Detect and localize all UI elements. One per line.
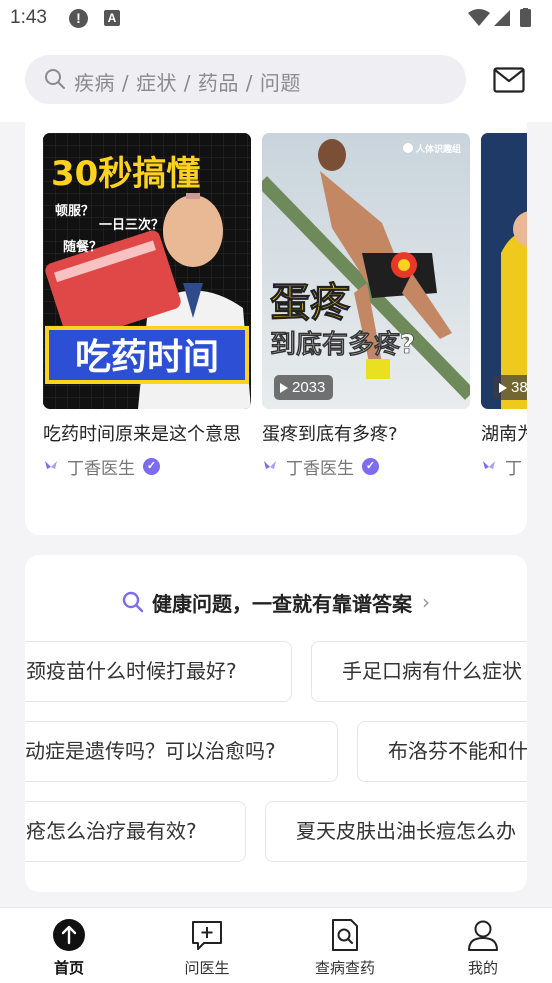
thumb-corner-tag: 人体识趣组 [415, 143, 461, 155]
question-chip[interactable]: 布洛芬不能和什么 [357, 721, 527, 782]
thumb-banner: 吃药时间 [75, 337, 219, 378]
nav-label: 问医生 [184, 959, 230, 977]
question-chip[interactable]: 手足口病有什么症状 [311, 641, 527, 702]
chevron-right-icon: › [422, 590, 430, 614]
nav-home[interactable]: 首页 [24, 918, 114, 978]
mail-icon[interactable] [493, 67, 525, 93]
alert-icon: ! [69, 9, 88, 28]
status-bar: 1:43 ! A [0, 0, 552, 38]
video-thumbnail[interactable]: 人体识趣组 蛋疼 到底有多疼? 2033 [262, 133, 470, 409]
question-text: 手足口病有什么症状 [342, 659, 522, 683]
thumb-bubble: 顿服？ [55, 203, 94, 219]
thumbnail-graphic: 30秒搞懂 顿服？ 一日三次？ 随餐？ 吃药时间 [43, 133, 251, 409]
author-name: 丁香医生 [67, 458, 135, 479]
search-placeholder: 疾病 / 症状 / 药品 / 问题 [74, 71, 301, 95]
author-row: 丁香医生 ✓ [262, 454, 470, 479]
status-icons [468, 8, 531, 27]
home-upload-icon [53, 919, 85, 951]
battery-icon [520, 9, 531, 27]
thumbnail-graphic [481, 133, 527, 409]
question-chip[interactable]: 多动症是遗传吗？可以治愈吗? [25, 721, 338, 782]
video-card[interactable]: 人体识趣组 蛋疼 到底有多疼? 2033 蛋疼到底有多疼? 丁香医生 ✓ [262, 133, 470, 479]
video-card[interactable]: 30秒搞懂 顿服？ 一日三次？ 随餐？ 吃药时间 吃药时间原来是这个意思 丁香医… [43, 133, 251, 479]
health-qa-panel: 健康问题，一查就有靠谱答案 › 宫颈疫苗什么时候打最好? 手足口病有什么症状 多… [25, 555, 527, 892]
video-title[interactable]: 湖南为什么来看看 [481, 419, 527, 450]
video-carousel[interactable]: 30秒搞懂 顿服？ 一日三次？ 随餐？ 吃药时间 吃药时间原来是这个意思 丁香医… [25, 122, 527, 535]
a-icon: A [104, 10, 120, 26]
nav-ask-doctor[interactable]: 问医生 [162, 918, 252, 978]
video-thumbnail[interactable]: 30秒搞懂 顿服？ 一日三次？ 随餐？ 吃药时间 [43, 133, 251, 409]
author-row: 丁香医生 ✓ [43, 454, 251, 479]
play-icon [499, 382, 507, 393]
video-card[interactable]: 38 湖南为什么来看看 丁 [481, 133, 527, 479]
chat-plus-icon [192, 921, 222, 950]
question-text: 多动症是遗传吗？可以治愈吗? [25, 739, 276, 763]
verified-icon: ✓ [362, 457, 379, 475]
signal-icon [494, 10, 510, 26]
thumbnail-graphic: 人体识趣组 蛋疼 到底有多疼? [262, 133, 470, 409]
butterfly-icon [264, 461, 276, 469]
search-icon [122, 591, 144, 613]
header: 疾病 / 症状 / 药品 / 问题 [0, 38, 552, 122]
thumb-bubble: 一日三次？ [99, 217, 164, 233]
thumb-subline: 到底有多疼? [270, 329, 415, 360]
butterfly-icon [45, 461, 57, 469]
question-text: 痔疮怎么治疗最有效? [25, 819, 197, 843]
thumb-bubble: 随餐？ [63, 239, 102, 255]
video-title[interactable]: 蛋疼到底有多疼? [262, 419, 470, 450]
question-text: 宫颈疫苗什么时候打最好? [25, 659, 237, 683]
document-search-icon [332, 919, 358, 951]
butterfly-icon [483, 461, 495, 469]
bottom-nav: 首页 问医生 查病查药 我的 [0, 907, 552, 983]
search-icon [45, 69, 65, 89]
nav-profile[interactable]: 我的 [438, 918, 528, 978]
nav-label: 查病查药 [314, 959, 375, 977]
status-time: 1:43 [10, 7, 47, 28]
play-count: 2033 [292, 379, 326, 396]
thumb-headline: 30秒搞懂 [51, 154, 200, 194]
search-input[interactable]: 疾病 / 症状 / 药品 / 问题 [25, 55, 466, 104]
question-text: 布洛芬不能和什么 [388, 739, 527, 763]
person-icon [468, 920, 498, 951]
thumb-headline: 蛋疼 [270, 280, 351, 326]
nav-label: 我的 [467, 959, 498, 977]
wifi-icon [468, 9, 490, 26]
question-text: 夏天皮肤出油长痘怎么办 [296, 819, 516, 843]
play-count: 38 [511, 379, 527, 396]
verified-icon: ✓ [143, 457, 160, 475]
play-count-badge: 2033 [274, 375, 334, 400]
play-count-badge: 38 [493, 375, 527, 400]
author-name: 丁香医生 [286, 458, 354, 479]
play-icon [280, 382, 288, 393]
nav-disease-drug[interactable]: 查病查药 [300, 918, 390, 978]
question-chip[interactable]: 夏天皮肤出油长痘怎么办 [265, 801, 527, 862]
qa-heading-text: 健康问题，一查就有靠谱答案 [152, 591, 412, 616]
author-row: 丁 [481, 454, 527, 479]
author-name: 丁 [505, 458, 522, 479]
nav-label: 首页 [53, 959, 84, 977]
video-title[interactable]: 吃药时间原来是这个意思 [43, 419, 251, 450]
question-chip[interactable]: 宫颈疫苗什么时候打最好? [25, 641, 292, 702]
qa-heading[interactable]: 健康问题，一查就有靠谱答案 › [25, 587, 527, 617]
video-thumbnail[interactable]: 38 [481, 133, 527, 409]
question-chip[interactable]: 痔疮怎么治疗最有效? [25, 801, 246, 862]
